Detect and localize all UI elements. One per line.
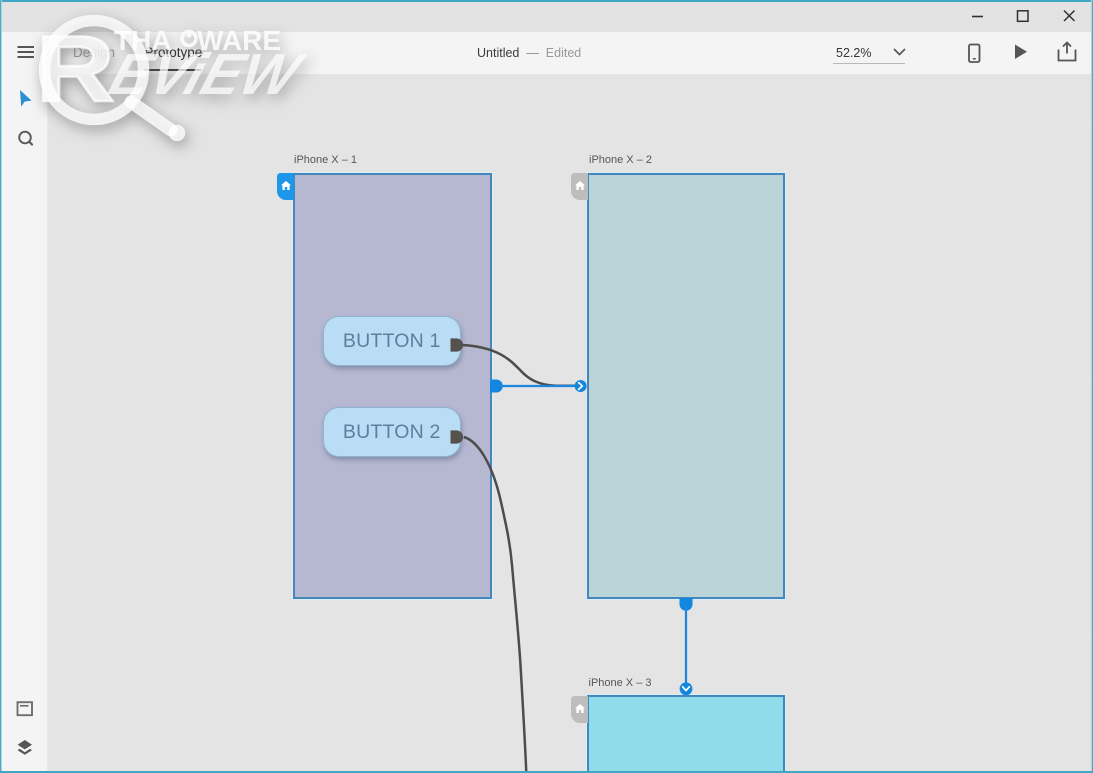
svg-text:EViEW: EViEW xyxy=(102,41,313,106)
